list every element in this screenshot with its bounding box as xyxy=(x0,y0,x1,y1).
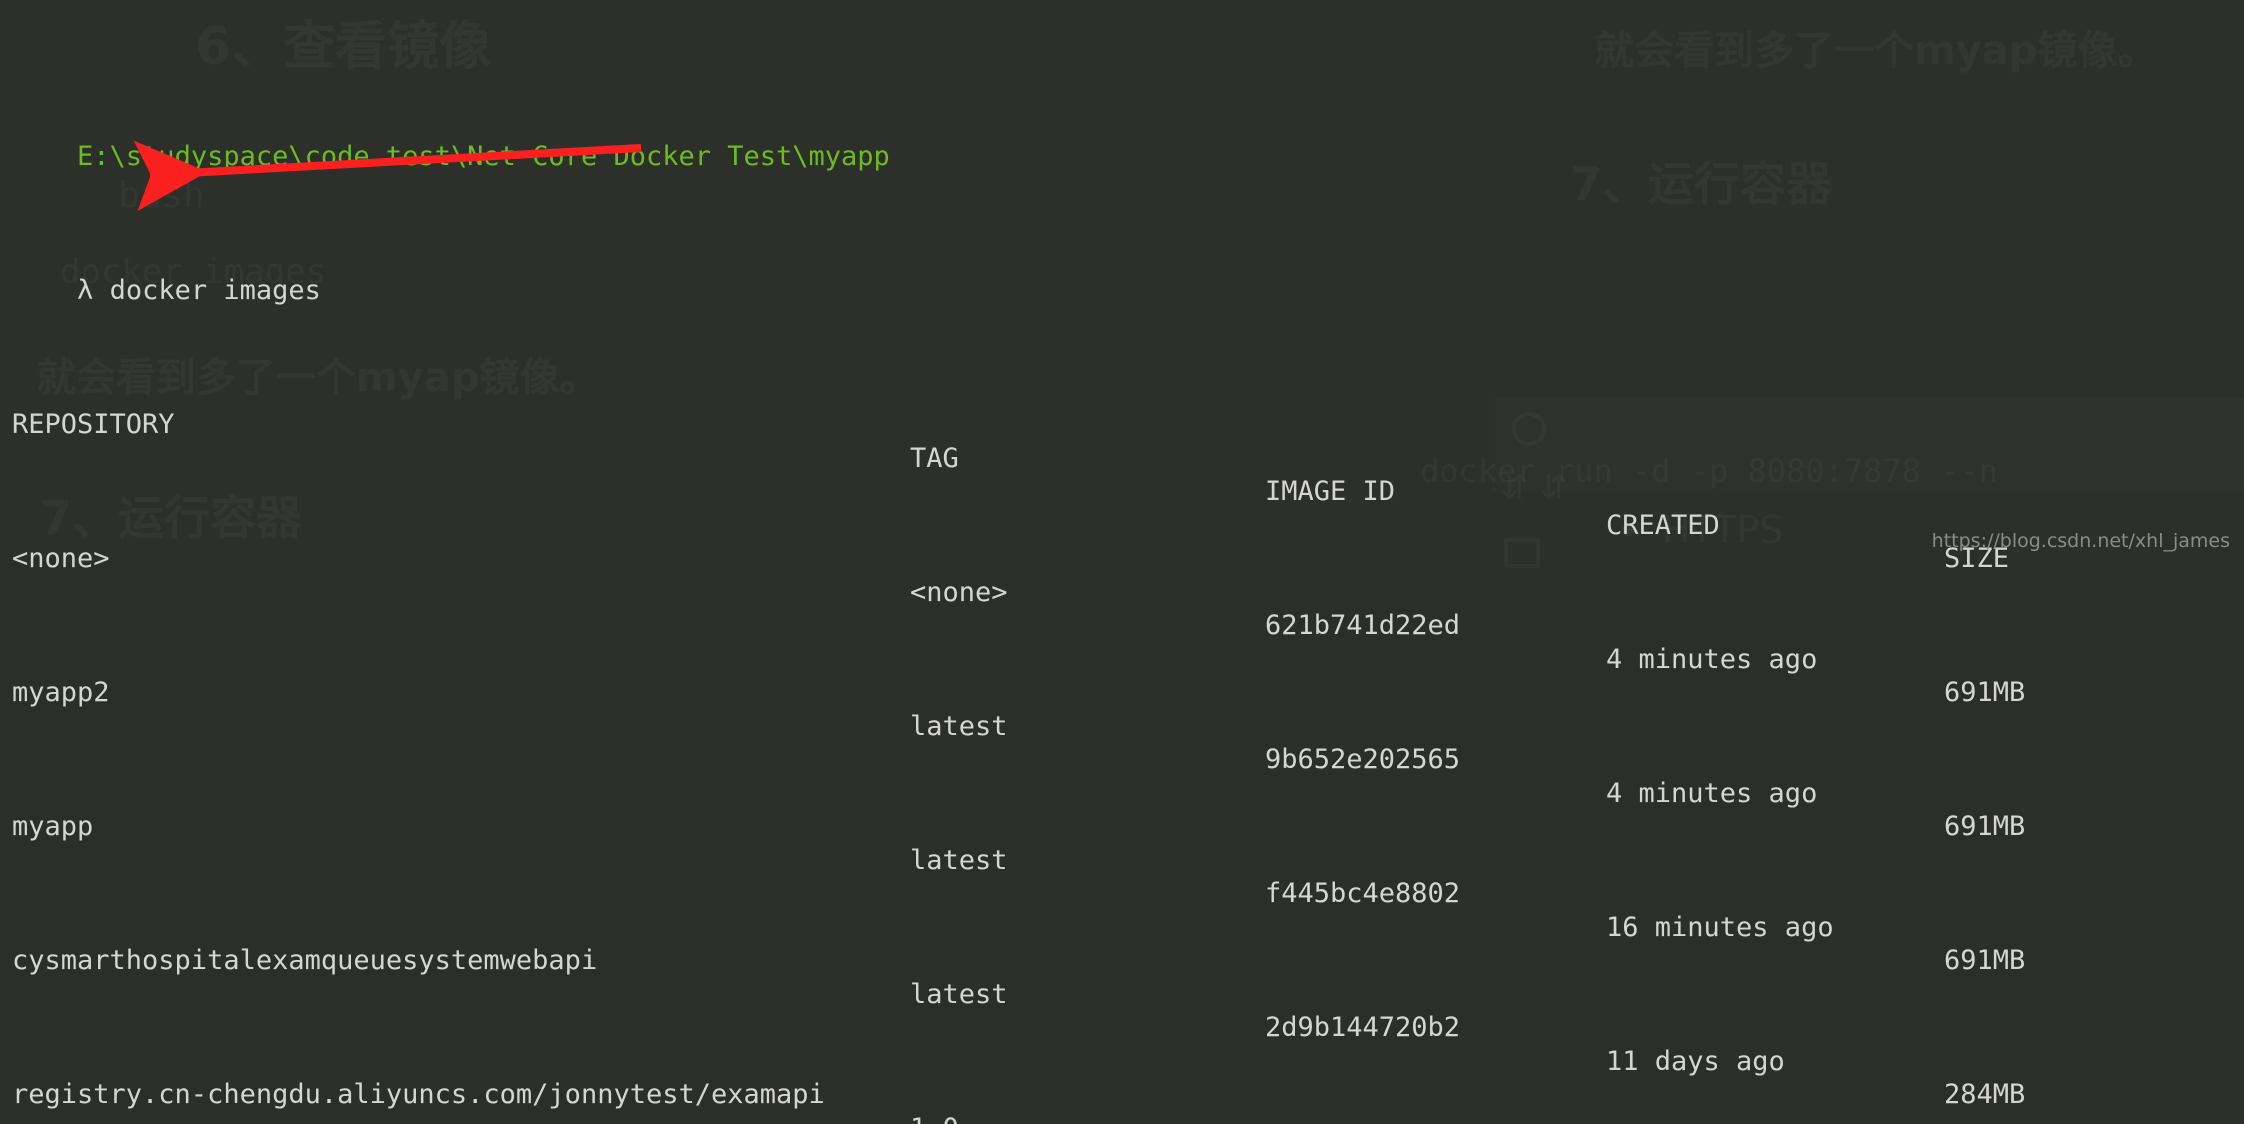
command-text: docker images xyxy=(110,275,321,306)
cell-image-id: 9b652e202565 xyxy=(1265,743,1460,777)
terminal-output: E:\studyspace\code test\Net Core Docker … xyxy=(0,0,2244,562)
cell-size: 691MB xyxy=(1944,944,2025,978)
cell-size: 691MB xyxy=(1944,676,2025,710)
cell-size: 691MB xyxy=(1944,810,2025,844)
cell-image-id: 2d9b144720b2 xyxy=(1265,1011,1460,1045)
cell-repository: registry.cn-chengdu.aliyuncs.com/jonnyte… xyxy=(12,1078,825,1112)
table-row: myapp latest f445bc4e8802 16 minutes ago… xyxy=(12,777,2244,811)
table-header-row: REPOSITORY TAG IMAGE ID CREATED SIZE xyxy=(12,375,2244,409)
terminal-line-prompt-top: E:\studyspace\code test\Net Core Docker … xyxy=(12,107,2244,141)
table-row: <none> <none> 621b741d22ed 4 minutes ago… xyxy=(12,509,2244,543)
cell-size: 284MB xyxy=(1944,1078,2025,1112)
cell-repository: <none> xyxy=(12,542,110,576)
lambda-prompt-icon: λ xyxy=(77,275,93,306)
cell-image-id: 621b741d22ed xyxy=(1265,609,1460,643)
terminal-line-command: λ docker images xyxy=(12,241,2244,275)
header-repository: REPOSITORY xyxy=(12,408,175,442)
cell-tag: latest xyxy=(910,710,1008,744)
cell-repository: myapp2 xyxy=(12,676,110,710)
cell-tag: 1.0 xyxy=(910,1112,959,1124)
csdn-watermark: https://blog.csdn.net/xhl_james xyxy=(1932,530,2230,552)
table-row: registry.cn-chengdu.aliyuncs.com/jonnyte… xyxy=(12,1045,2244,1079)
header-image-id: IMAGE ID xyxy=(1265,475,1395,509)
cell-tag: latest xyxy=(910,844,1008,878)
header-tag: TAG xyxy=(910,442,959,476)
cell-repository: cysmarthospitalexamqueuesystemwebapi xyxy=(12,944,597,978)
table-row: cysmarthospitalexamqueuesystemwebapi lat… xyxy=(12,911,2244,945)
cell-tag: latest xyxy=(910,978,1008,1012)
cell-image-id: f445bc4e8802 xyxy=(1265,877,1460,911)
table-row: myapp2 latest 9b652e202565 4 minutes ago… xyxy=(12,643,2244,677)
cell-repository: myapp xyxy=(12,810,93,844)
prompt-path-top: E:\studyspace\code test\Net Core Docker … xyxy=(77,141,890,172)
cell-tag: <none> xyxy=(910,576,1008,610)
